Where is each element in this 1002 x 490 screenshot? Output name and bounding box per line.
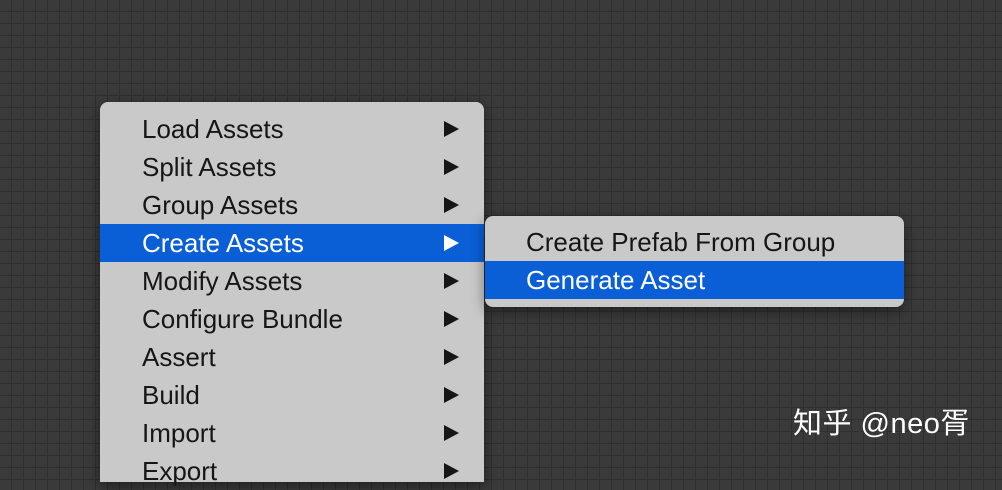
menu-item-split-assets[interactable]: Split Assets [100, 148, 484, 186]
menu-item-load-assets[interactable]: Load Assets [100, 110, 484, 148]
watermark-text: 知乎 @neo胥 [793, 408, 970, 440]
triangle-right-icon [440, 110, 464, 148]
triangle-right-icon [440, 224, 464, 262]
menu-item-label: Load Assets [142, 114, 284, 144]
menu-item-label: Create Prefab From Group [526, 227, 836, 257]
menu-item-create-assets[interactable]: Create Assets [100, 224, 484, 262]
triangle-right-icon [440, 148, 464, 186]
context-menu: Load Assets Split Assets Group Assets Cr… [100, 102, 484, 486]
menu-item-modify-assets[interactable]: Modify Assets [100, 262, 484, 300]
menu-item-label: Build [142, 380, 200, 410]
menu-item-label: Split Assets [142, 152, 277, 182]
menu-item-label: Modify Assets [142, 266, 303, 296]
triangle-right-icon [440, 262, 464, 300]
triangle-right-icon [440, 376, 464, 414]
menu-item-configure-bundle[interactable]: Configure Bundle [100, 300, 484, 338]
triangle-right-icon [440, 452, 464, 490]
menu-item-label: Assert [142, 342, 216, 372]
menu-item-label: Configure Bundle [142, 304, 343, 334]
menu-item-label: Group Assets [142, 190, 299, 220]
menu-item-group-assets[interactable]: Group Assets [100, 186, 484, 224]
submenu-item-create-prefab-from-group[interactable]: Create Prefab From Group [485, 223, 904, 261]
menu-item-label: Import [142, 418, 216, 448]
menu-item-import[interactable]: Import [100, 414, 484, 452]
menu-item-label: Generate Asset [526, 265, 706, 295]
create-assets-submenu: Create Prefab From Group Generate Asset [485, 216, 904, 307]
menu-item-export[interactable]: Export [100, 452, 484, 490]
triangle-right-icon [440, 300, 464, 338]
triangle-right-icon [440, 414, 464, 452]
triangle-right-icon [440, 186, 464, 224]
triangle-right-icon [440, 338, 464, 376]
menu-item-assert[interactable]: Assert [100, 338, 484, 376]
menu-item-label: Create Assets [142, 228, 304, 258]
menu-item-build[interactable]: Build [100, 376, 484, 414]
menu-item-label: Export [142, 456, 218, 486]
submenu-item-generate-asset[interactable]: Generate Asset [485, 261, 904, 299]
